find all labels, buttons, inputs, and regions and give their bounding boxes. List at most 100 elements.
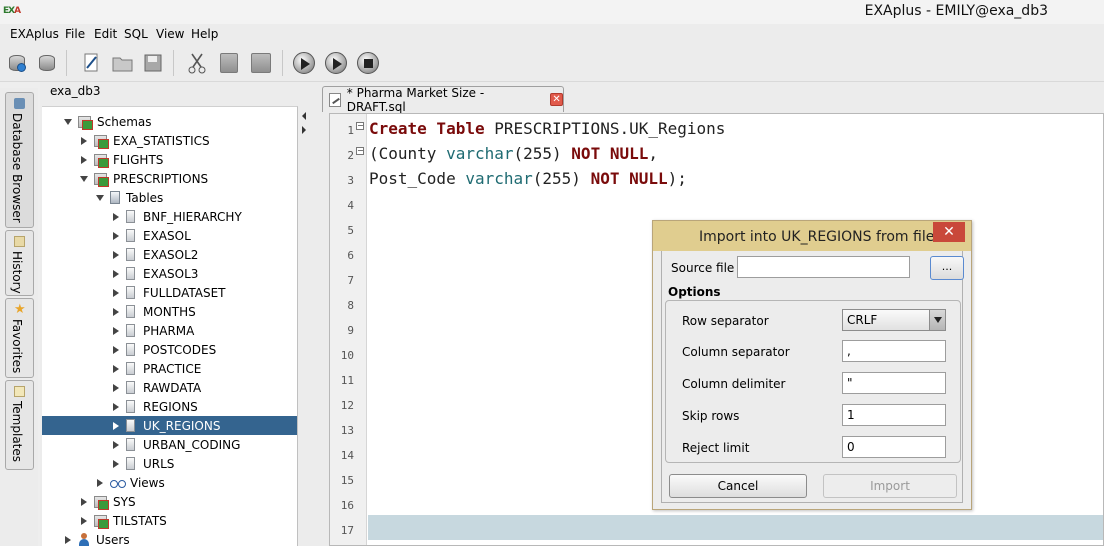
collapsed-arrow-icon[interactable] <box>113 345 119 354</box>
database-icon <box>14 98 25 109</box>
tree-node-table[interactable]: EXASOL2 <box>42 245 297 264</box>
sql-type: varchar <box>446 144 514 163</box>
dialog-close-button[interactable]: ✕ <box>933 222 965 242</box>
tree-node-views[interactable]: Views <box>42 473 297 492</box>
toolbar-separator <box>66 50 67 76</box>
collapsed-arrow-icon[interactable] <box>113 231 119 240</box>
line-number: 6 <box>347 249 354 262</box>
collapsed-arrow-icon[interactable] <box>113 383 119 392</box>
tree-node-schema[interactable]: PRESCRIPTIONS <box>42 169 297 188</box>
collapsed-arrow-icon[interactable] <box>113 326 119 335</box>
close-tab-icon[interactable]: ✕ <box>550 93 563 106</box>
execute-current-icon[interactable] <box>323 50 349 76</box>
source-file-input[interactable] <box>737 256 910 278</box>
tree-node-table[interactable]: POSTCODES <box>42 340 297 359</box>
import-button[interactable]: Import <box>823 474 957 498</box>
menu-sql[interactable]: SQL <box>124 27 148 41</box>
sql-keyword: Create Table <box>369 119 485 138</box>
tree-node-table[interactable]: PHARMA <box>42 321 297 340</box>
collapsed-arrow-icon[interactable] <box>81 136 87 145</box>
collapsed-arrow-icon[interactable] <box>113 440 119 449</box>
schema-tree: Schemas EXA_STATISTICS FLIGHTS PRESCRIPTION… <box>42 106 298 546</box>
collapsed-arrow-icon[interactable] <box>113 402 119 411</box>
expanded-arrow-icon[interactable] <box>96 194 104 201</box>
expand-right-icon[interactable] <box>302 126 306 134</box>
expanded-arrow-icon[interactable] <box>80 175 88 182</box>
tree-node-table[interactable]: REGIONS <box>42 397 297 416</box>
stop-icon[interactable] <box>355 50 381 76</box>
options-heading: Options <box>668 285 721 299</box>
table-icon <box>126 419 135 432</box>
disconnect-icon[interactable] <box>34 50 60 76</box>
line-number: 12 <box>340 399 354 412</box>
tree-node-table[interactable]: EXASOL3 <box>42 264 297 283</box>
collapsed-arrow-icon[interactable] <box>113 421 119 430</box>
menu-exaplus[interactable]: EXAplus <box>10 27 59 41</box>
skip-rows-input[interactable]: 1 <box>842 404 946 426</box>
collapse-left-icon[interactable] <box>302 112 306 120</box>
column-delimiter-input[interactable]: " <box>842 372 946 394</box>
menu-file[interactable]: File <box>65 27 85 41</box>
tab-history[interactable]: History <box>5 230 34 296</box>
tree-node-schema[interactable]: FLIGHTS <box>42 150 297 169</box>
column-separator-label: Column separator <box>682 345 790 359</box>
execute-icon[interactable] <box>291 50 317 76</box>
cut-icon[interactable] <box>184 50 210 76</box>
column-separator-input[interactable]: , <box>842 340 946 362</box>
collapsed-arrow-icon[interactable] <box>81 155 87 164</box>
fold-collapse-icon[interactable]: − <box>356 122 364 130</box>
collapsed-arrow-icon[interactable] <box>113 212 119 221</box>
copy-icon[interactable] <box>216 50 242 76</box>
tree-node-schema[interactable]: TILSTATS <box>42 511 297 530</box>
collapsed-arrow-icon[interactable] <box>81 516 87 525</box>
collapsed-arrow-icon[interactable] <box>113 269 119 278</box>
collapsed-arrow-icon[interactable] <box>113 459 119 468</box>
expanded-arrow-icon[interactable] <box>64 118 72 125</box>
editor-tab[interactable]: * Pharma Market Size - DRAFT.sql ✕ <box>322 86 564 114</box>
tree-node-schema[interactable]: SYS <box>42 492 297 511</box>
connect-icon[interactable] <box>4 50 30 76</box>
tree-node-schema[interactable]: EXA_STATISTICS <box>42 131 297 150</box>
chevron-down-icon[interactable] <box>929 310 945 330</box>
tab-database-browser[interactable]: Database Browser <box>5 92 34 228</box>
tab-favorites[interactable]: ★ Favorites <box>5 298 34 378</box>
menu-edit[interactable]: Edit <box>94 27 117 41</box>
collapsed-arrow-icon[interactable] <box>113 307 119 316</box>
tree-node-table[interactable]: RAWDATA <box>42 378 297 397</box>
collapsed-arrow-icon[interactable] <box>113 364 119 373</box>
collapsed-arrow-icon[interactable] <box>81 497 87 506</box>
tab-templates[interactable]: Templates <box>5 380 34 470</box>
browse-button[interactable]: ... <box>930 256 964 280</box>
tree-node-table[interactable]: UK_REGIONS <box>42 416 297 435</box>
tree-node-label: Users <box>96 532 130 546</box>
tree-node-table[interactable]: FULLDATASET <box>42 283 297 302</box>
fold-collapse-icon[interactable]: − <box>356 147 364 155</box>
tree-node-table[interactable]: URBAN_CODING <box>42 435 297 454</box>
tree-node-schemas[interactable]: Schemas <box>42 112 297 131</box>
open-folder-icon[interactable] <box>110 50 136 76</box>
tree-node-table[interactable]: URLS <box>42 454 297 473</box>
collapsed-arrow-icon[interactable] <box>65 535 71 544</box>
tree-node-users[interactable]: Users <box>42 530 297 546</box>
menu-help[interactable]: Help <box>191 27 218 41</box>
paste-icon[interactable] <box>248 50 274 76</box>
panel-splitter[interactable] <box>298 82 310 546</box>
tree-node-table[interactable]: MONTHS <box>42 302 297 321</box>
collapsed-arrow-icon[interactable] <box>113 288 119 297</box>
tree-node-label: EXASOL <box>143 228 191 243</box>
tab-history-label: History <box>10 251 24 294</box>
cancel-button[interactable]: Cancel <box>669 474 807 498</box>
tree-node-table[interactable]: BNF_HIERARCHY <box>42 207 297 226</box>
reject-limit-input[interactable]: 0 <box>842 436 946 458</box>
collapsed-arrow-icon[interactable] <box>97 478 103 487</box>
new-file-icon[interactable] <box>78 50 104 76</box>
tree-node-table[interactable]: EXASOL <box>42 226 297 245</box>
menu-view[interactable]: View <box>156 27 184 41</box>
tree-node-folder[interactable]: Tables <box>42 188 297 207</box>
tree-node-label: SYS <box>113 494 136 509</box>
tree-node-table[interactable]: PRACTICE <box>42 359 297 378</box>
save-icon[interactable] <box>140 50 166 76</box>
row-separator-select[interactable]: CRLF <box>842 309 946 331</box>
collapsed-arrow-icon[interactable] <box>113 250 119 259</box>
table-icon <box>126 400 135 413</box>
